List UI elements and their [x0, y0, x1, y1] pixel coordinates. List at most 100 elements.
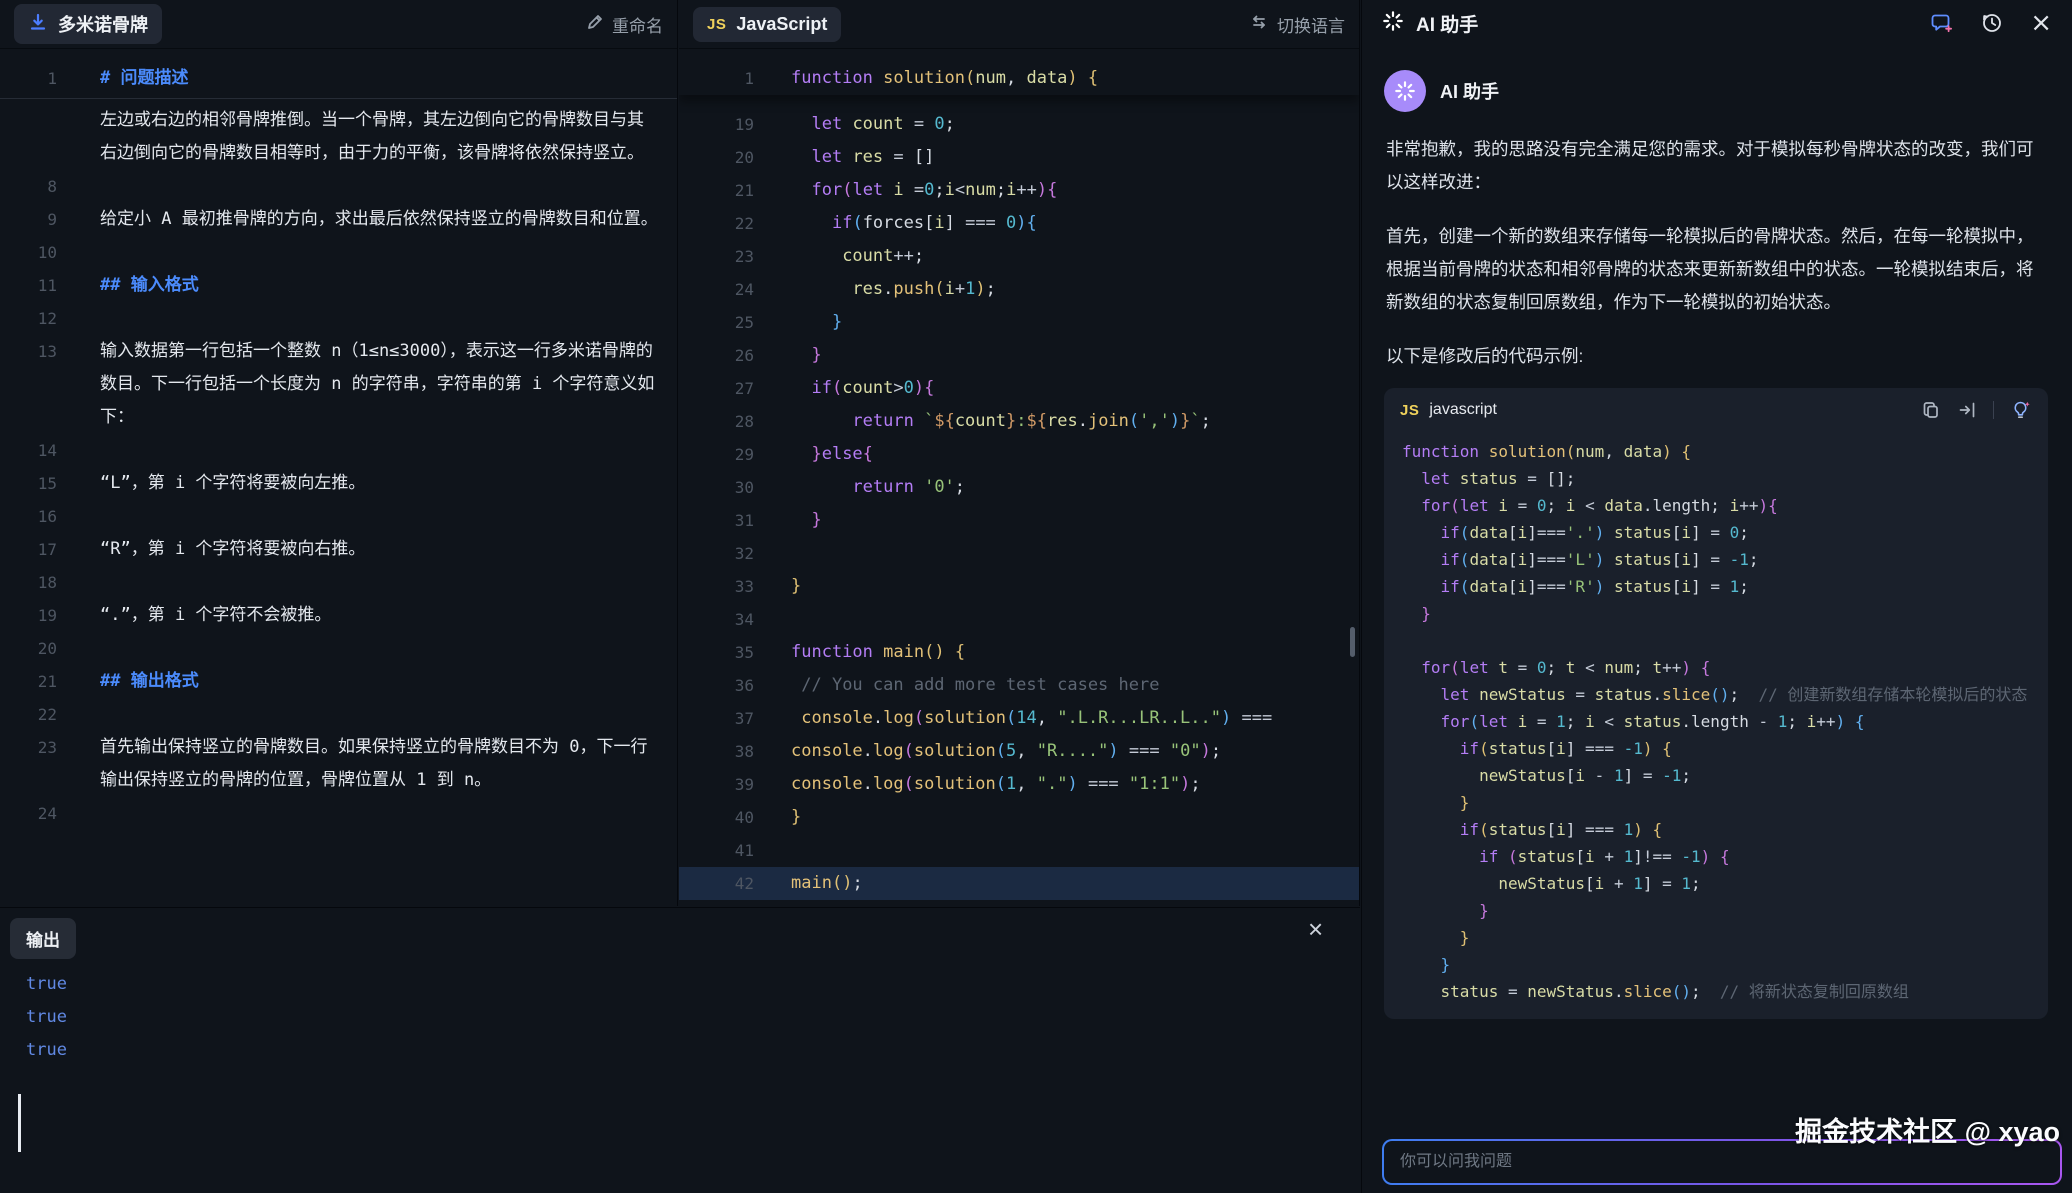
suggested-code-line: newStatus[i - 1] = -1;: [1402, 762, 2030, 789]
suggested-code-line: if(status[i] === 1) {: [1402, 816, 2030, 843]
code-sticky-line: 1function solution(num, data) {: [679, 62, 1359, 95]
problem-line: 8: [0, 170, 677, 203]
suggested-code-line: if(data[i]==='R') status[i] = 1;: [1402, 573, 2030, 600]
code-lines: 19 let count = 0;20 let res = []21 for(l…: [679, 108, 1359, 900]
magic-bulb-icon[interactable]: [2010, 399, 2032, 421]
swap-arrows-icon: [1249, 12, 1269, 37]
problem-line: 16: [0, 500, 677, 533]
suggested-code-line: status = newStatus.slice(); // 将新状态复制回原数…: [1402, 978, 2030, 1005]
history-icon[interactable]: [1980, 11, 2004, 35]
suggested-code-line: }: [1402, 951, 2030, 978]
problem-line: 12: [0, 302, 677, 335]
code-line: 33}: [679, 570, 1359, 603]
problem-line: 15“L”，第 i 个字符将要被向左推。: [0, 467, 677, 500]
code-line: 30 return '0';: [679, 471, 1359, 504]
code-line: 25 }: [679, 306, 1359, 339]
suggested-code-line: let status = [];: [1402, 465, 2030, 492]
suggested-code-line: function solution(num, data) {: [1402, 438, 2030, 465]
new-chat-icon[interactable]: [1930, 11, 1954, 35]
code-line: 37 console.log(solution(14, ".L.R...LR..…: [679, 702, 1359, 735]
code-line: 40}: [679, 801, 1359, 834]
code-line: 19 let count = 0;: [679, 108, 1359, 141]
code-line: 22 if(forces[i] === 0){: [679, 207, 1359, 240]
problem-sticky-line: 1# 问题描述: [0, 62, 677, 99]
output-line: true: [26, 1001, 67, 1034]
output-panel: 输出 × truetruetrue: [0, 907, 1360, 1193]
code-line: 1function solution(num, data) {: [679, 62, 1359, 95]
ai-header-icons: ×: [1930, 11, 2052, 35]
output-tab[interactable]: 输出: [10, 918, 76, 959]
output-line: true: [26, 1034, 67, 1067]
assistant-paragraph: 首先，创建一个新的数组来存储每一轮模拟后的骨牌状态。然后，在每一轮模拟中，根据当…: [1386, 220, 2048, 319]
problem-line: 20: [0, 632, 677, 665]
ai-panel-title: AI 助手: [1416, 10, 1478, 37]
problem-line: 10: [0, 236, 677, 269]
close-icon[interactable]: ×: [2030, 12, 2052, 34]
suggested-code-line: for(let t = 0; t < num; t++) {: [1402, 654, 2030, 681]
app-root: 多米诺骨牌 重命名 1# 问题描述 左边或右边的相邻骨牌推倒。当一个骨牌，其左边…: [0, 0, 2072, 1193]
code-line: 42main();: [679, 867, 1359, 900]
assistant-message-header: AI 助手: [1362, 46, 2072, 112]
code-line: 39console.log(solution(1, ".") === "1:1"…: [679, 768, 1359, 801]
code-panel: JS JavaScript 切换语言 1function solution(nu…: [679, 0, 1360, 906]
code-line: 29 }else{: [679, 438, 1359, 471]
ai-header: AI 助手 ×: [1362, 0, 2072, 46]
suggested-code-line: }: [1402, 600, 2030, 627]
suggested-code-line: newStatus[i + 1] = 1;: [1402, 870, 2030, 897]
js-badge: JS: [707, 16, 726, 33]
pencil-icon: [586, 13, 604, 36]
suggested-code-line: if(status[i] === -1) {: [1402, 735, 2030, 762]
editor-scrollbar[interactable]: [1350, 627, 1355, 657]
download-icon: [28, 12, 48, 37]
code-line: 32: [679, 537, 1359, 570]
rename-button[interactable]: 重命名: [586, 12, 663, 37]
switch-language-button[interactable]: 切换语言: [1249, 12, 1345, 37]
code-block-language: javascript: [1429, 401, 1497, 419]
problem-editor[interactable]: 1# 问题描述 左边或右边的相邻骨牌推倒。当一个骨牌，其左边倒向它的骨牌数目与其…: [0, 62, 677, 906]
problem-header: 多米诺骨牌 重命名: [0, 0, 677, 49]
problem-line: 1# 问题描述: [0, 62, 677, 95]
avatar: [1384, 70, 1426, 112]
code-line: 26 }: [679, 339, 1359, 372]
problem-line: 9给定小 A 最初推骨牌的方向，求出最后依然保持竖立的骨牌数目和位置。: [0, 203, 677, 236]
code-line: 36 // You can add more test cases here: [679, 669, 1359, 702]
problem-line: 11## 输入格式: [0, 269, 677, 302]
problem-line: 17“R”，第 i 个字符将要被向右推。: [0, 533, 677, 566]
switch-language-label: 切换语言: [1277, 12, 1345, 37]
ai-assistant-panel: AI 助手 × AI 助手 非常抱歉，我的思路没有完全满足您的需求。对于模拟每秒…: [1361, 0, 2072, 1193]
divider: [1993, 401, 1994, 419]
problem-line: 左边或右边的相邻骨牌推倒。当一个骨牌，其左边倒向它的骨牌数目与其右边倒向它的骨牌…: [0, 104, 677, 170]
problem-line: 22: [0, 698, 677, 731]
suggested-code-line: let newStatus = status.slice(); // 创建新数组…: [1402, 681, 2030, 708]
suggested-code-line: }: [1402, 897, 2030, 924]
suggested-code-line: for(let i = 1; i < status.length - 1; i+…: [1402, 708, 2030, 735]
problem-line: 24: [0, 797, 677, 830]
sparkle-icon: [1382, 10, 1404, 37]
code-line: 35function main() {: [679, 636, 1359, 669]
problem-lines: 左边或右边的相邻骨牌推倒。当一个骨牌，其左边倒向它的骨牌数目与其右边倒向它的骨牌…: [0, 104, 677, 830]
code-line: 41: [679, 834, 1359, 867]
assistant-paragraph: 以下是修改后的代码示例:: [1386, 340, 2048, 373]
code-line: 31 }: [679, 504, 1359, 537]
suggested-code-block: JS javascript function solution(num, dat…: [1384, 388, 2048, 1019]
terminal-cursor: [18, 1094, 21, 1152]
suggested-code-line: }: [1402, 789, 2030, 816]
insert-code-icon[interactable]: [1957, 400, 1977, 420]
code-line: 24 res.push(i+1);: [679, 273, 1359, 306]
problem-title-tab[interactable]: 多米诺骨牌: [14, 4, 162, 44]
suggested-code-line: }: [1402, 924, 2030, 951]
assistant-name: AI 助手: [1440, 78, 1499, 104]
code-line: 34: [679, 603, 1359, 636]
code-block-content: function solution(num, data) { let statu…: [1384, 432, 2048, 1019]
js-badge: JS: [1400, 402, 1419, 419]
code-line: 20 let res = []: [679, 141, 1359, 174]
code-header: JS JavaScript 切换语言: [679, 0, 1359, 49]
output-close-icon[interactable]: ×: [1308, 916, 1323, 942]
copy-icon[interactable]: [1921, 400, 1941, 420]
suggested-code-line: for(let i = 0; i < data.length; i++){: [1402, 492, 2030, 519]
rename-label: 重命名: [612, 12, 663, 37]
code-editor[interactable]: 1function solution(num, data) { 19 let c…: [679, 62, 1359, 906]
problem-line: 13输入数据第一行包括一个整数 n（1≤n≤3000），表示这一行多米诺骨牌的数…: [0, 335, 677, 434]
language-tab[interactable]: JS JavaScript: [693, 7, 841, 42]
chat-input[interactable]: [1384, 1153, 2060, 1171]
